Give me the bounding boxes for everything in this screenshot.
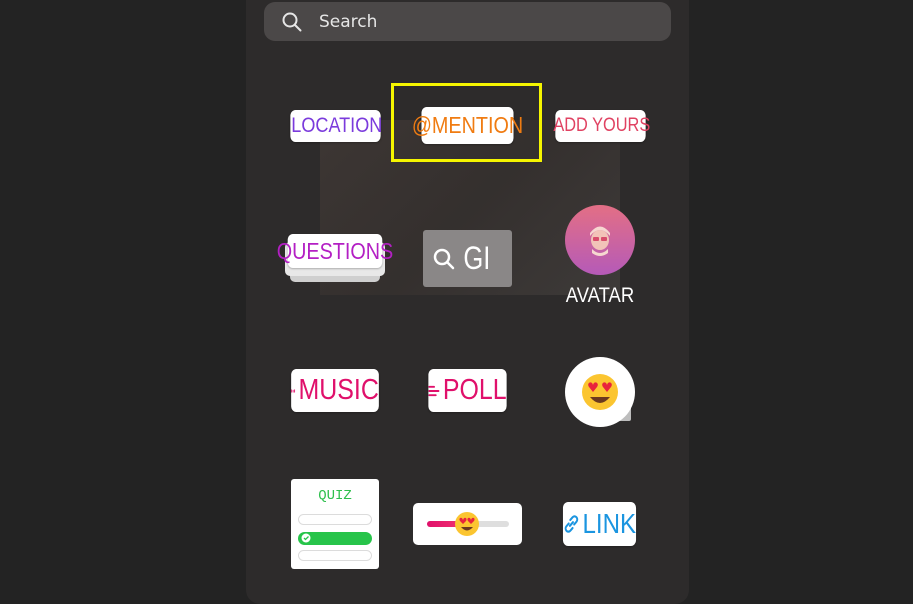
gif-label: GI [463,240,491,276]
search-bar[interactable]: Search [264,2,671,41]
quiz-option-correct [298,532,372,545]
avatar-label: AVATAR [565,284,635,307]
questions-sticker[interactable]: QUESTIONS [277,234,393,268]
add-yours-label: ADD YOURS [553,115,651,136]
music-label: MUSIC [298,374,379,406]
search-icon [282,12,302,31]
quiz-option [298,514,372,525]
emoji-slider-sticker[interactable] [413,503,522,545]
link-icon [564,515,579,533]
questions-label: QUESTIONS [276,237,394,264]
check-icon [301,533,311,543]
location-sticker[interactable]: LOCATION [290,110,383,142]
quiz-label: QUIZ [318,488,352,504]
gif-sticker[interactable]: GI [423,230,512,287]
quiz-sticker[interactable]: QUIZ [291,479,379,569]
selection-highlight [391,83,542,162]
poll-label: POLL [442,374,507,406]
link-label: LINK [582,508,637,539]
music-bars-icon [291,388,296,393]
poll-lines-icon [428,385,440,396]
link-sticker[interactable]: LINK [562,502,637,546]
poll-sticker[interactable]: POLL [428,369,507,412]
emoji-sticker[interactable] [565,357,635,427]
search-icon [433,248,455,269]
music-sticker[interactable]: MUSIC [291,369,379,412]
location-label: LOCATION [291,114,383,137]
heart-eyes-emoji-icon [455,512,479,536]
heart-eyes-emoji-icon [582,374,618,410]
search-placeholder: Search [319,11,378,32]
quiz-option [298,550,372,561]
avatar-face-icon [590,226,610,256]
avatar-sticker[interactable] [565,205,635,275]
questions-sticker-stack[interactable]: QUESTIONS [277,234,393,284]
add-yours-sticker[interactable]: ADD YOURS [553,110,650,142]
